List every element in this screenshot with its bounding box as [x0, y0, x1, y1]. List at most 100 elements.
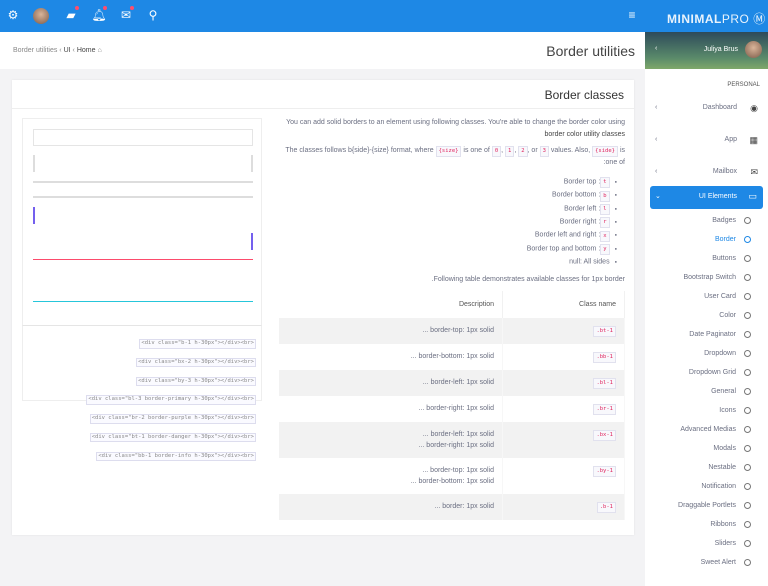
label: : Border left and right — [534, 231, 601, 239]
label: : Border right — [559, 218, 601, 226]
label: App — [724, 136, 737, 143]
class-code: .b-1 — [596, 502, 616, 513]
description-cell: border-left: 1px solid ... — [279, 370, 503, 396]
label: : Border left — [564, 205, 601, 213]
code: 0 — [491, 146, 502, 157]
logo[interactable]: MINIMALPRO Ⓜ — [645, 0, 768, 32]
breadcrumb-ui[interactable]: UI — [64, 47, 71, 54]
demo-bl-3-primary — [33, 207, 253, 224]
sidebar-subitem-user-card[interactable]: User Card — [645, 290, 768, 309]
demo-bx-2 — [33, 155, 253, 172]
description-line: border-bottom: 1px solid ... — [410, 353, 494, 360]
list-item: b: Border bottom — [280, 188, 617, 202]
description-line: border-left: 1px solid ... — [422, 379, 494, 386]
code: y — [600, 244, 610, 256]
demo-bt-1-danger — [33, 259, 253, 276]
description-cell: border-left: 1px solid ... border-right: … — [279, 422, 503, 458]
column-header: Class name — [502, 291, 625, 318]
chat-icon[interactable]: ▰ — [63, 6, 79, 22]
chevron-left-icon: ‹ — [655, 45, 658, 52]
code-line: <div class="bl-3 border-primary h-30px">… — [86, 395, 256, 405]
class-cell: .bb-1 — [502, 344, 625, 370]
sidebar-subitem-sweet-alert[interactable]: Sweet Alert — [645, 556, 768, 575]
label: Mailbox — [712, 168, 737, 175]
sidebar-subitem-nestable[interactable]: Nestable — [645, 461, 768, 480]
description-line: border-left: 1px solid ... — [422, 431, 494, 438]
code: l — [600, 204, 610, 216]
laptop-icon: ▭ — [748, 191, 757, 201]
class-code: .br-1 — [593, 404, 616, 415]
border-color-link[interactable]: border color utility classes — [544, 131, 625, 138]
format-paragraph: The classes follows b{side}-{size} forma… — [285, 146, 625, 166]
code: {side} — [592, 146, 618, 157]
class-code: .bl-1 — [593, 378, 616, 389]
section-header: PERSONAL — [727, 82, 760, 88]
sidebar-subitem-bootstrap-switch[interactable]: Bootstrap Switch — [645, 271, 768, 290]
breadcrumb-current: Border utilities — [13, 47, 58, 54]
home-icon: ⌂ — [97, 47, 102, 54]
class-cell: .bx-1 — [502, 422, 625, 458]
sidebar-subitem-border[interactable]: Border — [645, 233, 768, 252]
code: t — [600, 177, 610, 189]
sidebar-item-ui-elements[interactable]: ⌄ UI Elements ▭ — [650, 186, 763, 209]
user-panel[interactable]: ‹ Juliya Brus — [645, 32, 768, 69]
user-name: Juliya Brus — [703, 46, 738, 53]
chevron-icon: ‹ — [655, 136, 658, 143]
sidebar-subitem-color[interactable]: Color — [645, 309, 768, 328]
description-cell: border-top: 1px solid ... — [279, 318, 503, 344]
search-icon[interactable]: ⚲ — [145, 8, 161, 22]
sidebar-subitem-badges[interactable]: Badges — [645, 214, 768, 233]
class-cell: .b-1 — [502, 494, 625, 520]
intro-text: You can add solid borders to an element … — [286, 119, 625, 126]
description-line: border: 1px solid ... — [434, 503, 494, 510]
description-line: border-bottom: 1px solid ... — [410, 478, 494, 485]
intro-paragraph: You can add solid borders to an element … — [280, 117, 625, 141]
class-cell: .br-1 — [502, 396, 625, 422]
demo-br-2-purple — [33, 233, 253, 250]
border-classes-card: Border classes <div class="b-1 h-30px"><… — [12, 80, 634, 535]
demo-b-1 — [33, 129, 253, 146]
sidebar-subitem-icons[interactable]: Icons — [645, 404, 768, 423]
list-item: t: Border top — [280, 175, 617, 189]
list-item: r: Border right — [280, 215, 617, 229]
sidebar-subitem-draggable-portlets[interactable]: Draggable Portlets — [645, 499, 768, 518]
label: : Border top — [563, 178, 601, 186]
table-intro: Following table demonstrates available c… — [431, 276, 625, 284]
logo-text: MINIMAL — [667, 12, 722, 26]
sidebar-subitem-ribbons[interactable]: Ribbons — [645, 518, 768, 537]
card-title: Border classes — [544, 88, 624, 102]
code-line: <div class="bt-1 border-danger h-30px"><… — [89, 432, 256, 443]
code: 3 — [539, 146, 549, 157]
sidebar-item-mailbox[interactable]: ‹ Mailbox ✉ — [645, 165, 768, 186]
sidebar-subitem-date-paginator[interactable]: Date Paginator — [645, 328, 768, 347]
gear-icon[interactable]: ⚙ — [5, 8, 21, 22]
mail-icon[interactable]: ✉ — [118, 6, 134, 22]
sidebar-subitem-dropdown-grid[interactable]: Dropdown Grid — [645, 366, 768, 385]
sidebar-item-app[interactable]: ‹ App ▦ — [645, 133, 768, 165]
sidebar-item-dashboard[interactable]: ‹ Dashboard ◉ — [645, 101, 768, 133]
sidebar-subitem-sliders[interactable]: Sliders — [645, 537, 768, 556]
sides-list: t: Border top b: Border bottom l: Border… — [280, 175, 625, 268]
sidebar-subitem-buttons[interactable]: Buttons — [645, 252, 768, 271]
breadcrumb-home[interactable]: Home — [77, 47, 96, 54]
sidebar-subitem-general[interactable]: General — [645, 385, 768, 404]
breadcrumb: Border utilities ‹ UI ‹ Home ⌂ — [13, 47, 102, 54]
table-row: .br-1 border-right: 1px solid ... — [279, 396, 625, 422]
grid-icon: ▦ — [749, 135, 758, 145]
menu-icon[interactable]: ≡ — [624, 8, 640, 22]
description-line: border-right: 1px solid ... — [418, 405, 494, 412]
list-item: x: Border left and right — [280, 228, 617, 242]
code: 1 — [505, 146, 515, 157]
sidebar-subitem-advanced-medias[interactable]: Advanced Medias — [645, 423, 768, 442]
demo-code: <div class="b-1 h-30px"></div><br> <div … — [22, 325, 262, 462]
user-avatar[interactable] — [33, 8, 49, 24]
list-item: null: All sides — [280, 255, 617, 268]
sidebar: MINIMALPRO Ⓜ ‹ Juliya Brus PERSONAL ‹ Das… — [645, 0, 768, 586]
logo-icon: Ⓜ — [753, 12, 766, 26]
code-line: <div class="bb-1 border-info h-30px"></d… — [96, 451, 256, 462]
description-line: border-top: 1px solid ... — [422, 467, 494, 474]
bell-icon[interactable]: 🔔︎ — [91, 6, 107, 22]
sidebar-subitem-modals[interactable]: Modals — [645, 442, 768, 461]
sidebar-subitem-dropdown[interactable]: Dropdown — [645, 347, 768, 366]
sidebar-subitem-notification[interactable]: Notification — [645, 480, 768, 499]
